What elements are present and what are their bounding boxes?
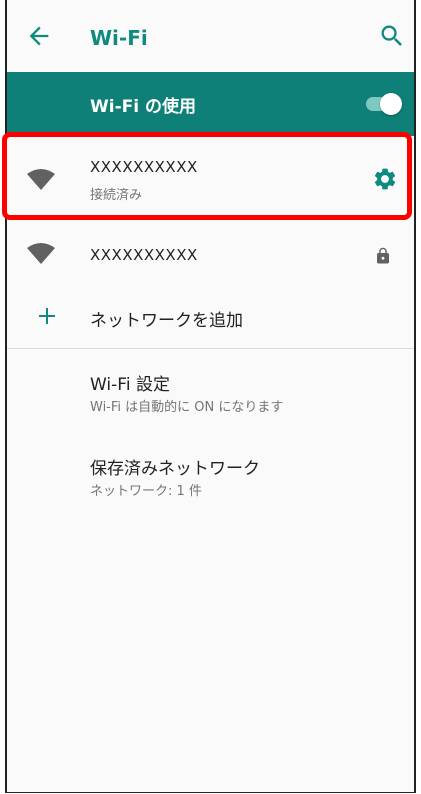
- setting-title: 保存済みネットワーク: [90, 459, 260, 479]
- settings-screen: Wi-Fi Wi-Fi の使用 XXXXXXXXXX 接続済み XXXXXXXX…: [5, 0, 416, 793]
- app-bar: Wi-Fi: [7, 0, 414, 72]
- search-icon[interactable]: [378, 22, 406, 50]
- page-title: Wi-Fi: [90, 26, 148, 50]
- network-name: XXXXXXXXXX: [90, 158, 198, 176]
- add-network-label: ネットワークを追加: [90, 311, 243, 331]
- gear-icon[interactable]: [372, 166, 398, 192]
- setting-subtitle: ネットワーク: 1 件: [90, 484, 202, 499]
- setting-subtitle: Wi-Fi は自動的に ON になります: [90, 400, 284, 415]
- wifi-master-label: Wi-Fi の使用: [90, 97, 196, 117]
- network-status: 接続済み: [90, 188, 143, 203]
- wifi-toggle[interactable]: [364, 92, 402, 116]
- network-item[interactable]: XXXXXXXXXX: [7, 224, 414, 284]
- plus-icon: [39, 308, 55, 324]
- arrow-left-icon[interactable]: [25, 22, 53, 50]
- saved-networks-item[interactable]: 保存済みネットワーク ネットワーク: 1 件: [7, 454, 414, 534]
- add-network-item[interactable]: ネットワークを追加: [7, 288, 414, 348]
- wifi-signal-icon: [27, 243, 55, 264]
- network-name: XXXXXXXXXX: [90, 246, 198, 264]
- divider: [7, 348, 414, 349]
- wifi-master-switch-row[interactable]: Wi-Fi の使用: [7, 72, 414, 136]
- lock-icon: [377, 247, 389, 264]
- setting-title: Wi-Fi 設定: [90, 375, 170, 395]
- toggle-thumb: [380, 93, 402, 115]
- network-item-connected[interactable]: XXXXXXXXXX 接続済み: [7, 138, 414, 218]
- wifi-preferences-item[interactable]: Wi-Fi 設定 Wi-Fi は自動的に ON になります: [7, 370, 414, 450]
- wifi-signal-icon: [27, 169, 55, 190]
